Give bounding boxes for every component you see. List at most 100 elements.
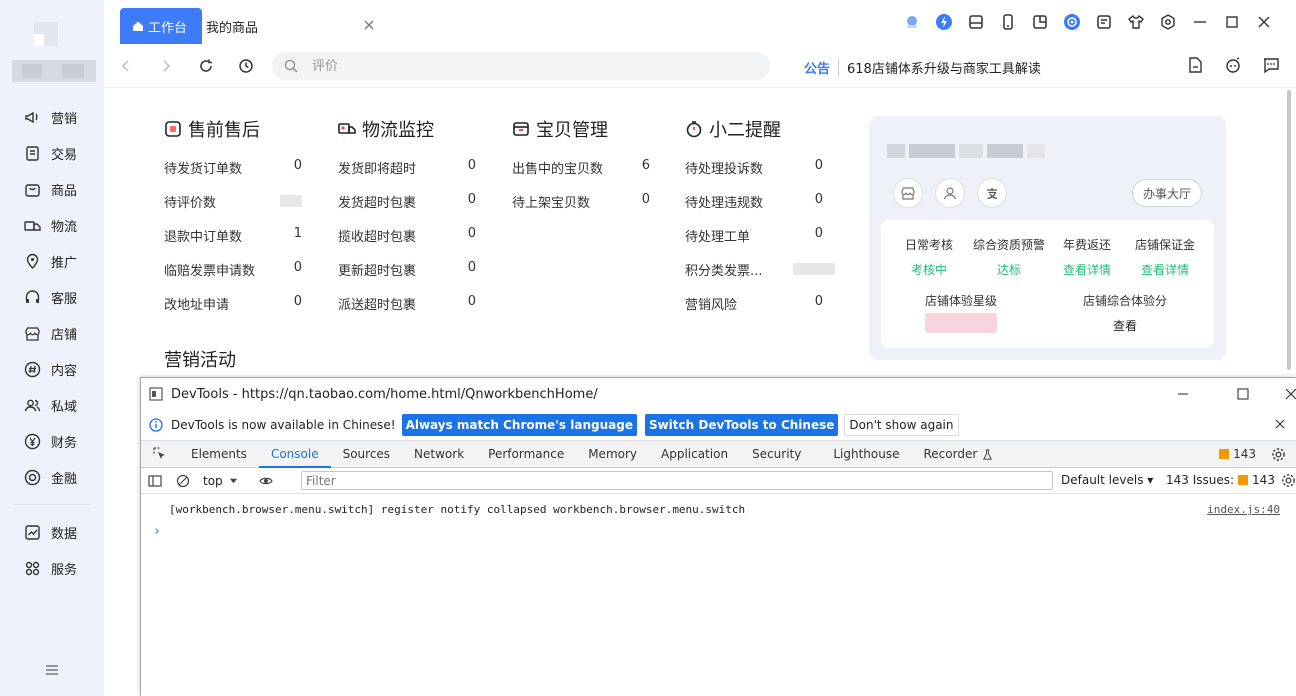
service-hall-button[interactable]: 办事大厅	[1131, 179, 1202, 207]
plugin-icon[interactable]	[896, 10, 928, 34]
sidebar-item[interactable]: 交易	[0, 135, 104, 171]
store-button[interactable]	[893, 178, 923, 208]
refresh-icon[interactable]	[196, 56, 216, 76]
tab-elements[interactable]: Elements	[179, 441, 259, 467]
tab-sources[interactable]: Sources	[331, 441, 402, 467]
avatar[interactable]	[12, 16, 96, 82]
robot-icon[interactable]	[1224, 56, 1242, 74]
lightning-icon[interactable]	[928, 10, 960, 34]
tab-console[interactable]: Console	[258, 441, 331, 468]
stat-row[interactable]: 退款中订单数 1	[164, 226, 314, 246]
devtools-maximize-icon[interactable]	[1220, 378, 1266, 410]
stat-row[interactable]: 临赔发票申请数 0	[164, 260, 314, 280]
stat-row[interactable]: 待处理违规数 0	[685, 192, 835, 212]
sidebar-item[interactable]: 推广	[0, 243, 104, 279]
layout-icon[interactable]	[1024, 10, 1056, 34]
alipay-button[interactable]	[977, 178, 1007, 208]
stat-row[interactable]: 改地址申请 0	[164, 294, 314, 314]
search-input[interactable]	[312, 58, 712, 74]
sidebar-toggle-icon[interactable]	[141, 474, 169, 488]
tab-my-products[interactable]: 我的商品	[206, 8, 376, 44]
sidebar-item[interactable]: 数据	[0, 514, 104, 550]
sidebar-item[interactable]: 营销	[0, 99, 104, 135]
metric-daily-check[interactable]: 日常考核 考核中	[889, 236, 969, 278]
minimize-icon[interactable]	[1184, 10, 1216, 34]
tab-performance[interactable]: Performance	[476, 441, 576, 467]
stat-row[interactable]: 待发货订单数 0	[164, 158, 314, 178]
tab-memory[interactable]: Memory	[576, 441, 649, 467]
stat-row[interactable]: 发货即将超时 0	[338, 158, 488, 178]
eye-icon[interactable]	[252, 474, 280, 488]
notice-text[interactable]: 618店铺体系升级与商家工具解读	[847, 58, 1041, 77]
stat-row[interactable]: 派送超时包裹 0	[338, 294, 488, 314]
back-icon[interactable]	[116, 56, 136, 76]
window-close-icon[interactable]	[1248, 10, 1280, 34]
menu-toggle-icon[interactable]	[44, 663, 60, 677]
message-icon[interactable]	[1262, 56, 1280, 74]
devtools-settings-icon[interactable]	[1271, 447, 1286, 462]
devtools-close-icon[interactable]	[1268, 378, 1296, 410]
context-select[interactable]: top	[203, 474, 238, 488]
stat-row[interactable]: 积分类发票...	[685, 260, 835, 280]
note-icon[interactable]	[1088, 10, 1120, 34]
issues-counter[interactable]: 143 Issues: 143	[1166, 473, 1275, 487]
console-settings-icon[interactable]	[1281, 473, 1296, 488]
metric-experience-score[interactable]: 店铺综合体验分 查看	[1045, 292, 1205, 334]
sidebar-item[interactable]: 内容	[0, 351, 104, 387]
stat-row[interactable]: 待评价数	[164, 192, 314, 212]
log-levels-select[interactable]: Default levels ▾	[1061, 473, 1153, 487]
stat-row[interactable]: 更新超时包裹 0	[338, 260, 488, 280]
metric-qualification[interactable]: 综合资质预警 达标	[965, 236, 1053, 278]
tab-lighthouse[interactable]: Lighthouse	[813, 441, 911, 467]
sidebar-item[interactable]: 商品	[0, 171, 104, 207]
stat-row[interactable]: 待上架宝贝数 0	[512, 192, 662, 212]
forward-icon[interactable]	[156, 56, 176, 76]
clear-console-icon[interactable]	[169, 474, 197, 488]
sidebar-item[interactable]: 服务	[0, 550, 104, 586]
sidebar-item[interactable]: 店铺	[0, 315, 104, 351]
console-prompt[interactable]: ›	[153, 524, 161, 539]
document-icon[interactable]	[1186, 56, 1204, 74]
filter-input[interactable]: Filter	[301, 471, 1053, 490]
tab-workbench[interactable]: 工作台	[120, 8, 202, 44]
switch-chinese-button[interactable]: Switch DevTools to Chinese	[644, 414, 839, 436]
infobar-close-icon[interactable]	[1274, 418, 1286, 430]
sidebar-item[interactable]: 客服	[0, 279, 104, 315]
group-reminders: 小二提醒 待处理投诉数 0 待处理违规数 0 待处理工单 0 积分类发票... 营销风…	[685, 118, 835, 313]
notice-bar[interactable]: 公告 618店铺体系升级与商家工具解读	[804, 58, 1041, 77]
monitor-icon[interactable]	[960, 10, 992, 34]
inspect-element-icon[interactable]	[141, 441, 179, 467]
metric-star-level[interactable]: 店铺体验星级	[881, 292, 1041, 337]
sidebar-item[interactable]: 财务	[0, 423, 104, 459]
profile-button[interactable]	[935, 178, 965, 208]
search-box[interactable]	[272, 52, 770, 80]
stat-row[interactable]: 待处理工单 0	[685, 226, 835, 246]
stat-row[interactable]: 揽收超时包裹 0	[338, 226, 488, 246]
tab-recorder[interactable]: Recorder	[912, 441, 1006, 467]
history-icon[interactable]	[236, 56, 256, 76]
tab-application[interactable]: Application	[649, 441, 740, 467]
metric-deposit[interactable]: 店铺保证金 查看详情	[1125, 236, 1205, 278]
metric-fee-refund[interactable]: 年费返还 查看详情	[1047, 236, 1127, 278]
tab-security[interactable]: Security	[740, 441, 813, 467]
maximize-icon[interactable]	[1216, 10, 1248, 34]
phone-icon[interactable]	[992, 10, 1024, 34]
settings-icon[interactable]	[1152, 10, 1184, 34]
assistant-icon[interactable]	[1056, 10, 1088, 34]
stat-row[interactable]: 营销风险 0	[685, 294, 835, 314]
close-icon[interactable]	[362, 18, 376, 32]
stat-row[interactable]: 待处理投诉数 0	[685, 158, 835, 178]
match-language-button[interactable]: Always match Chrome's language	[401, 414, 637, 436]
dont-show-button[interactable]: Don't show again	[844, 414, 959, 436]
devtools-minimize-icon[interactable]	[1160, 378, 1206, 410]
shirt-icon[interactable]	[1120, 10, 1152, 34]
stat-row[interactable]: 发货超时包裹 0	[338, 192, 488, 212]
page-scrollbar[interactable]	[1286, 88, 1292, 376]
sidebar-item[interactable]: 私域	[0, 387, 104, 423]
sidebar-item[interactable]: 金融	[0, 459, 104, 495]
sidebar-item[interactable]: 物流	[0, 207, 104, 243]
issues-badge[interactable]: 143	[1219, 447, 1256, 461]
tab-network[interactable]: Network	[402, 441, 476, 467]
stat-row[interactable]: 出售中的宝贝数 6	[512, 158, 662, 178]
console-log-source-link[interactable]: index.js:40	[1207, 503, 1280, 516]
